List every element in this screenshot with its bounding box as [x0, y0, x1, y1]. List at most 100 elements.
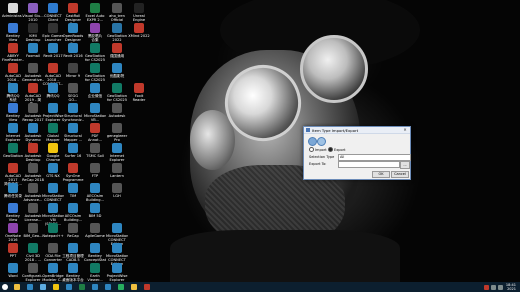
taskbar-app-ppt[interactable] — [141, 283, 152, 291]
desktop-icon[interactable]: Autodesk Recap 2017 — [22, 103, 44, 122]
desktop-icon[interactable]: Bentley View — [2, 203, 24, 222]
desktop-icon[interactable]: XMind 2022 — [128, 23, 150, 38]
taskbar-app-wechat[interactable] — [115, 283, 126, 291]
export-to-input[interactable] — [338, 161, 400, 168]
desktop-icon[interactable]: Revit 2017 — [42, 43, 64, 58]
desktop-icon[interactable]: Global Mapper — [42, 123, 64, 142]
desktop-icon[interactable]: Bentley 桌面版本平台 — [62, 263, 84, 282]
desktop-icon[interactable]: PPT — [2, 243, 24, 258]
export-radio[interactable]: Export — [328, 147, 345, 152]
desktop-icon[interactable]: ReCap — [62, 223, 84, 238]
desktop-icon[interactable]: 优酷影院 — [106, 63, 128, 78]
desktop-icon[interactable]: BIM 5D — [84, 203, 106, 218]
desktop-icon[interactable]: Revit 2016 — [62, 43, 84, 58]
desktop-icon[interactable]: OneNote 2016 — [2, 223, 24, 242]
desktop-icon[interactable]: ABBYY FineReader... — [2, 43, 24, 62]
toolbar-settings-icon[interactable] — [317, 137, 326, 146]
desktop-icon[interactable]: BIM_Geo... — [22, 223, 44, 238]
taskbar-app-chrome[interactable] — [50, 283, 61, 291]
desktop-icon[interactable]: ODA File Converter — [42, 243, 64, 262]
desktop-icon[interactable]: MicroStation VB... — [84, 103, 106, 122]
desktop-icon[interactable]: Administra... — [2, 3, 24, 18]
desktop-icon[interactable]: Civil 3D 2018 - ... — [22, 243, 44, 262]
desktop-icon[interactable]: Structural Synchroniz... — [62, 103, 84, 122]
desktop-icon[interactable]: 腾讯QQ 系统 — [2, 83, 24, 102]
desktop-icon[interactable]: AgileGame — [84, 223, 106, 238]
desktop-icon[interactable]: Earth Viewer... — [84, 263, 106, 282]
taskbar-app-word[interactable] — [89, 283, 100, 291]
desktop-icon[interactable]: Excel Auto EXPR 2... — [84, 3, 106, 22]
desktop-icon[interactable]: Autodesk License... — [22, 203, 44, 222]
desktop-icon[interactable]: Internet Explorer — [2, 123, 24, 142]
desktop-icon[interactable]: 腾讯QQ — [42, 83, 64, 98]
desktop-icon[interactable]: 工程项目管理 CAD8.5 — [62, 243, 84, 262]
taskbar-app-qq[interactable] — [63, 283, 74, 291]
desktop-icon[interactable]: Bentley View — [2, 23, 24, 42]
network-icon[interactable] — [490, 284, 496, 290]
desktop-icon[interactable]: SynOne Programme — [62, 163, 84, 182]
taskbar-app-folder[interactable] — [128, 283, 139, 291]
desktop-icon[interactable]: Autodesk — [106, 103, 128, 118]
desktop-icon[interactable]: Lantern — [106, 163, 128, 178]
close-button[interactable]: ✕ — [401, 127, 409, 132]
desktop-icon[interactable]: PDF Annot... — [84, 123, 106, 142]
taskbar-app-store[interactable] — [37, 283, 48, 291]
desktop-icon[interactable]: AECOsim Building... — [84, 183, 106, 202]
desktop-icon[interactable]: MicroStation CONNECT — [42, 183, 64, 202]
desktop-icon[interactable]: GeoStation 2022 — [106, 23, 128, 42]
clock[interactable]: 18:41 2021 — [506, 283, 516, 291]
desktop-icon[interactable]: SEGG GO... — [62, 83, 84, 102]
desktop-icon[interactable]: OpenBridge Modeler C... — [42, 263, 64, 282]
desktop-icon[interactable]: LGH — [106, 183, 128, 198]
input-method-icon[interactable] — [483, 284, 489, 290]
desktop-icon[interactable]: Notepad++ — [42, 223, 64, 238]
desktop-icon[interactable]: Autodesk Advance... — [22, 183, 44, 202]
desktop-icon[interactable]: 企业微信 — [84, 83, 106, 98]
desktop-icon[interactable]: GeoStation for CS2025 — [84, 63, 106, 82]
desktop-icon[interactable]: Autodesk Generative... — [22, 63, 44, 82]
desktop-icon[interactable]: FTP — [84, 163, 106, 178]
desktop-icon[interactable]: 黑胶唱片 合集 — [84, 23, 106, 42]
browse-button[interactable]: ... — [400, 161, 410, 169]
desktop-icon[interactable]: 强国通用 — [106, 43, 128, 58]
toolbar-check-icon[interactable] — [308, 137, 317, 146]
import-radio[interactable]: Import — [309, 147, 327, 152]
taskbar-app-file-explorer[interactable] — [11, 283, 22, 291]
desktop-icon[interactable]: Word — [2, 263, 24, 278]
desktop-icon[interactable]: AECOsim Building... — [62, 203, 84, 222]
taskbar-app-microstation[interactable] — [102, 283, 113, 291]
desktop-icon[interactable]: Autodesk ReCap 2018 — [22, 163, 44, 182]
cancel-button[interactable]: Cancel — [391, 171, 409, 178]
desktop-icon[interactable]: Unreal Engine — [128, 3, 150, 22]
selection-type-select[interactable]: All — [338, 154, 411, 161]
desktop-icon[interactable]: GeoStation — [2, 143, 24, 158]
desktop-icon[interactable]: 腾讯任务录 — [2, 183, 24, 198]
desktop-icon[interactable]: CONNECT Client — [42, 3, 64, 22]
dialog-titlebar[interactable]: Item Type Import/Export ✕ — [304, 127, 410, 134]
desktop-icon[interactable]: GeoStation for CS2025 — [84, 43, 106, 62]
desktop-icon[interactable]: GTS NX — [42, 163, 64, 178]
desktop-icon[interactable]: Internet Explorer — [106, 143, 128, 162]
desktop-icon[interactable]: Bentley ConceptStati... — [84, 243, 106, 262]
desktop-icon[interactable]: KIMI Desktop — [22, 23, 44, 42]
taskbar-app-edge[interactable] — [24, 283, 35, 291]
desktop-icon[interactable]: Bentley View — [2, 103, 24, 122]
desktop-icon[interactable]: TSMC Soll — [84, 143, 106, 158]
taskbar-app-excel[interactable] — [76, 283, 87, 291]
start-button[interactable] — [0, 282, 10, 292]
desktop-icon[interactable]: Visual Stu... 2010 — [22, 3, 44, 22]
desktop-icon[interactable]: Google Chrome — [42, 143, 64, 162]
ok-button[interactable]: OK — [372, 171, 390, 178]
desktop-icon[interactable]: GeoStation for CS2025 — [106, 83, 128, 102]
desktop-icon[interactable]: TIM — [62, 183, 84, 198]
desktop-icon[interactable]: Foxit Reader — [128, 83, 150, 102]
desktop-icon[interactable]: Surfer 16 — [62, 143, 84, 158]
desktop-icon[interactable]: aho_tren Official — [106, 3, 128, 22]
volume-icon[interactable] — [497, 284, 503, 290]
desktop-icon[interactable]: genegleeer Pro — [106, 123, 128, 142]
desktop-icon[interactable]: Structural Mapper ... — [62, 123, 84, 142]
desktop-icon[interactable]: ProjectWise Explorer — [42, 103, 64, 122]
desktop-icon[interactable]: Mirror 9 — [62, 63, 84, 78]
desktop-icon[interactable]: Foxmail — [22, 43, 44, 58]
desktop-icon[interactable]: Epic Games Launcher — [42, 23, 64, 42]
